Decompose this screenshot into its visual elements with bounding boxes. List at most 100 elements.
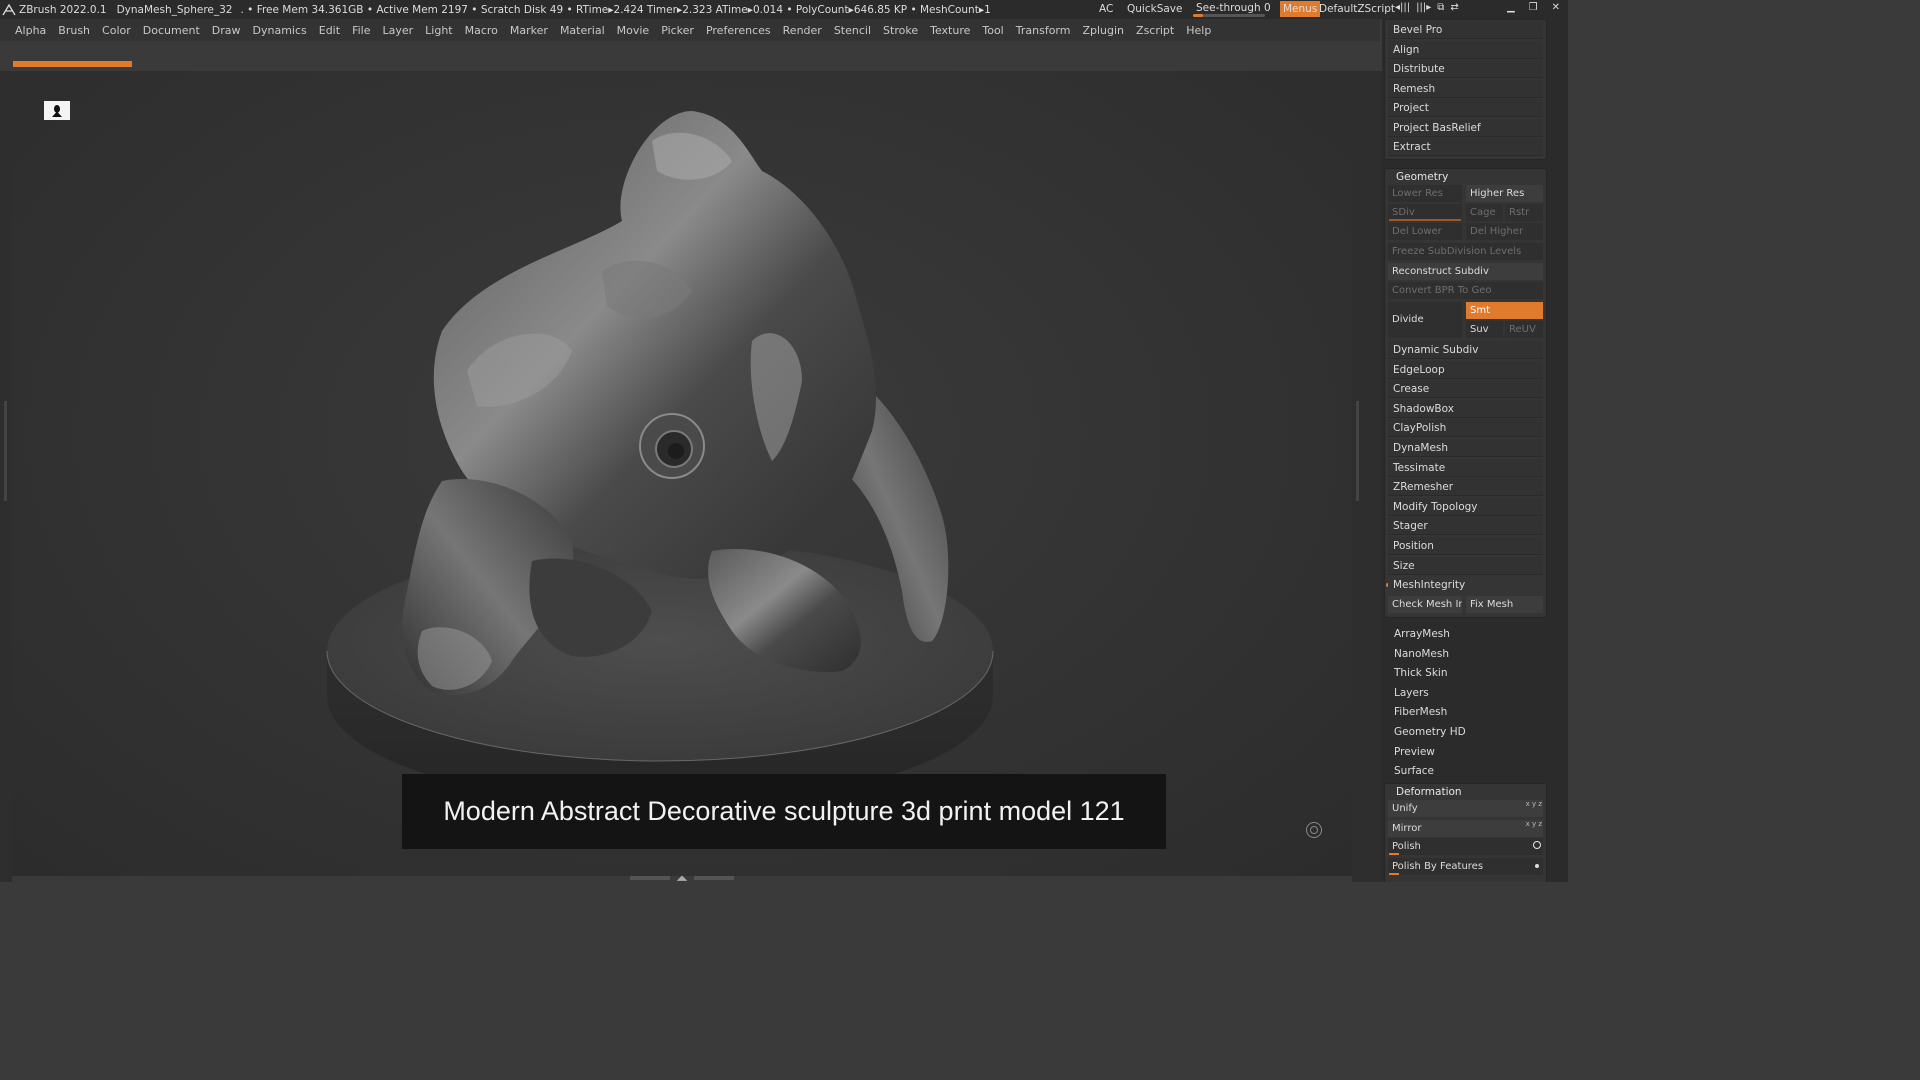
navigation-gizmo-icon[interactable] xyxy=(1306,822,1322,838)
meshintegrity-subpalette[interactable]: MeshIntegrity xyxy=(1388,576,1543,594)
menu-stroke[interactable]: Stroke xyxy=(877,24,924,37)
menu-macro[interactable]: Macro xyxy=(459,24,504,37)
menu-texture[interactable]: Texture xyxy=(924,24,976,37)
layout-icon[interactable]: ⧉ xyxy=(1437,2,1444,13)
menu-transform[interactable]: Transform xyxy=(1010,24,1077,37)
menu-document[interactable]: Document xyxy=(137,24,206,37)
subpalette-size[interactable]: Size xyxy=(1388,556,1543,575)
subpalette-extract[interactable]: Extract xyxy=(1388,138,1543,156)
menu-edit[interactable]: Edit xyxy=(313,24,346,37)
subpalette-align[interactable]: Align xyxy=(1388,40,1543,59)
quicksave-button[interactable]: QuickSave xyxy=(1127,3,1182,15)
subpalette-geometry-hd[interactable]: Geometry HD xyxy=(1394,726,1466,738)
document-canvas[interactable]: Modern Abstract Decorative sculpture 3d … xyxy=(12,71,1352,876)
menu-dynamics[interactable]: Dynamics xyxy=(247,24,313,37)
menu-stencil[interactable]: Stencil xyxy=(828,24,877,37)
default-zscript-button[interactable]: DefaultZScript xyxy=(1319,3,1395,15)
subpalette-nanomesh[interactable]: NanoMesh xyxy=(1394,648,1449,660)
unify-axis-icons[interactable]: x y z xyxy=(1526,800,1542,808)
polish-by-features-slider[interactable]: Polish By Features xyxy=(1388,858,1543,875)
subpalette-position[interactable]: Position xyxy=(1388,537,1543,555)
convert-bpr-button[interactable]: Convert BPR To Geo xyxy=(1388,282,1543,299)
subpalette-project[interactable]: Project xyxy=(1388,99,1543,117)
smt-toggle[interactable]: Smt xyxy=(1466,302,1543,319)
mirror-button[interactable]: Mirror xyxy=(1388,820,1543,837)
subpalette-stager[interactable]: Stager xyxy=(1388,517,1543,536)
menu-color[interactable]: Color xyxy=(96,24,137,37)
menu-zplugin[interactable]: Zplugin xyxy=(1076,24,1130,37)
restore-icon[interactable]: ❐ xyxy=(1529,2,1538,13)
geometry-header[interactable]: Geometry xyxy=(1396,171,1448,183)
del-higher-button[interactable]: Del Higher xyxy=(1466,223,1543,240)
subpalette-claypolish[interactable]: ClayPolish xyxy=(1388,419,1543,438)
ac-toggle[interactable]: AC xyxy=(1099,3,1113,15)
right-tray-handle[interactable] xyxy=(1356,401,1359,501)
fix-mesh-button[interactable]: Fix Mesh xyxy=(1466,596,1543,613)
subpalette-arraymesh[interactable]: ArrayMesh xyxy=(1394,628,1450,640)
subpalette-dynamic-subdiv[interactable]: Dynamic Subdiv xyxy=(1388,341,1543,359)
suv-toggle[interactable]: Suv xyxy=(1466,321,1503,338)
subpalette-dynamesh[interactable]: DynaMesh xyxy=(1388,439,1543,457)
subpalette-thick-skin[interactable]: Thick Skin xyxy=(1394,667,1448,679)
subpalette-crease[interactable]: Crease xyxy=(1388,380,1543,399)
menus-toggle-button[interactable]: Menus xyxy=(1280,1,1321,17)
subpalette-fibermesh[interactable]: FiberMesh xyxy=(1394,706,1447,718)
higher-res-button[interactable]: Higher Res xyxy=(1466,185,1543,202)
menu-material[interactable]: Material xyxy=(554,24,611,37)
menu-movie[interactable]: Movie xyxy=(611,24,656,37)
close-icon[interactable]: ✕ xyxy=(1552,2,1560,13)
menu-light[interactable]: Light xyxy=(419,24,458,37)
menu-picker[interactable]: Picker xyxy=(655,24,700,37)
dock-right-icon[interactable]: |||▸ xyxy=(1416,2,1431,13)
subpalette-layers[interactable]: Layers xyxy=(1394,687,1429,699)
subpalette-project-basrelief[interactable]: Project BasRelief xyxy=(1388,118,1543,137)
left-tray[interactable] xyxy=(0,71,12,882)
subpalette-distribute[interactable]: Distribute xyxy=(1388,60,1543,78)
subpalette-surface[interactable]: Surface xyxy=(1394,765,1434,777)
unify-button[interactable]: Unify xyxy=(1388,800,1543,817)
lower-res-button[interactable]: Lower Res xyxy=(1388,185,1462,202)
menu-layer[interactable]: Layer xyxy=(376,24,419,37)
mirror-axis-icons[interactable]: x y z xyxy=(1526,820,1542,828)
subpalette-zremesher[interactable]: ZRemesher xyxy=(1388,478,1543,497)
swap-icon[interactable]: ⇄ xyxy=(1450,2,1458,13)
menu-file[interactable]: File xyxy=(346,24,376,37)
subpalette-shadowbox[interactable]: ShadowBox xyxy=(1388,399,1543,418)
deformation-header[interactable]: Deformation xyxy=(1396,786,1462,798)
menu-render[interactable]: Render xyxy=(777,24,828,37)
menu-draw[interactable]: Draw xyxy=(206,24,247,37)
subpalette-preview[interactable]: Preview xyxy=(1394,746,1435,758)
subpalette-remesh[interactable]: Remesh xyxy=(1388,79,1543,98)
menu-brush[interactable]: Brush xyxy=(52,24,96,37)
expand-arrows-icon[interactable]: ◢◣ xyxy=(674,874,690,882)
menu-tool[interactable]: Tool xyxy=(976,24,1009,37)
dock-left-icon[interactable]: ◂||| xyxy=(1395,2,1410,13)
menu-marker[interactable]: Marker xyxy=(504,24,554,37)
see-through-slider[interactable] xyxy=(1193,14,1265,17)
menu-preferences[interactable]: Preferences xyxy=(700,24,777,37)
polish-slider[interactable]: Polish xyxy=(1388,838,1543,855)
right-tray[interactable] xyxy=(1352,71,1382,882)
menu-help[interactable]: Help xyxy=(1180,24,1217,37)
minimize-icon[interactable]: ▁ xyxy=(1507,2,1515,13)
cage-button[interactable]: Cage xyxy=(1466,204,1503,221)
freeze-subdivision-button[interactable]: Freeze SubDivision Levels xyxy=(1388,243,1543,260)
polish-ring-icon[interactable] xyxy=(1533,841,1541,849)
bust-icon[interactable] xyxy=(44,101,70,120)
menu-zscript[interactable]: Zscript xyxy=(1130,24,1180,37)
sculpture-model[interactable] xyxy=(12,71,1352,876)
divide-button[interactable]: Divide xyxy=(1388,302,1462,338)
subpalette-tessimate[interactable]: Tessimate xyxy=(1388,458,1543,477)
check-mesh-integrity-button[interactable]: Check Mesh Int xyxy=(1388,596,1462,613)
subpalette-bevel-pro[interactable]: Bevel Pro xyxy=(1388,21,1543,39)
subpalette-modify-topology[interactable]: Modify Topology xyxy=(1388,497,1543,516)
reconstruct-subdiv-button[interactable]: Reconstruct Subdiv xyxy=(1388,263,1543,280)
menu-alpha[interactable]: Alpha xyxy=(9,24,52,37)
rstr-button[interactable]: Rstr xyxy=(1505,204,1543,221)
del-lower-button[interactable]: Del Lower xyxy=(1388,223,1462,240)
bottom-tray-handle[interactable]: ◢◣ xyxy=(630,874,734,882)
reuv-toggle[interactable]: ReUV xyxy=(1505,321,1543,338)
left-tray-handle[interactable] xyxy=(4,401,7,501)
see-through-slider-label[interactable]: See-through 0 xyxy=(1196,2,1271,14)
subpalette-edgeloop[interactable]: EdgeLoop xyxy=(1388,360,1543,379)
